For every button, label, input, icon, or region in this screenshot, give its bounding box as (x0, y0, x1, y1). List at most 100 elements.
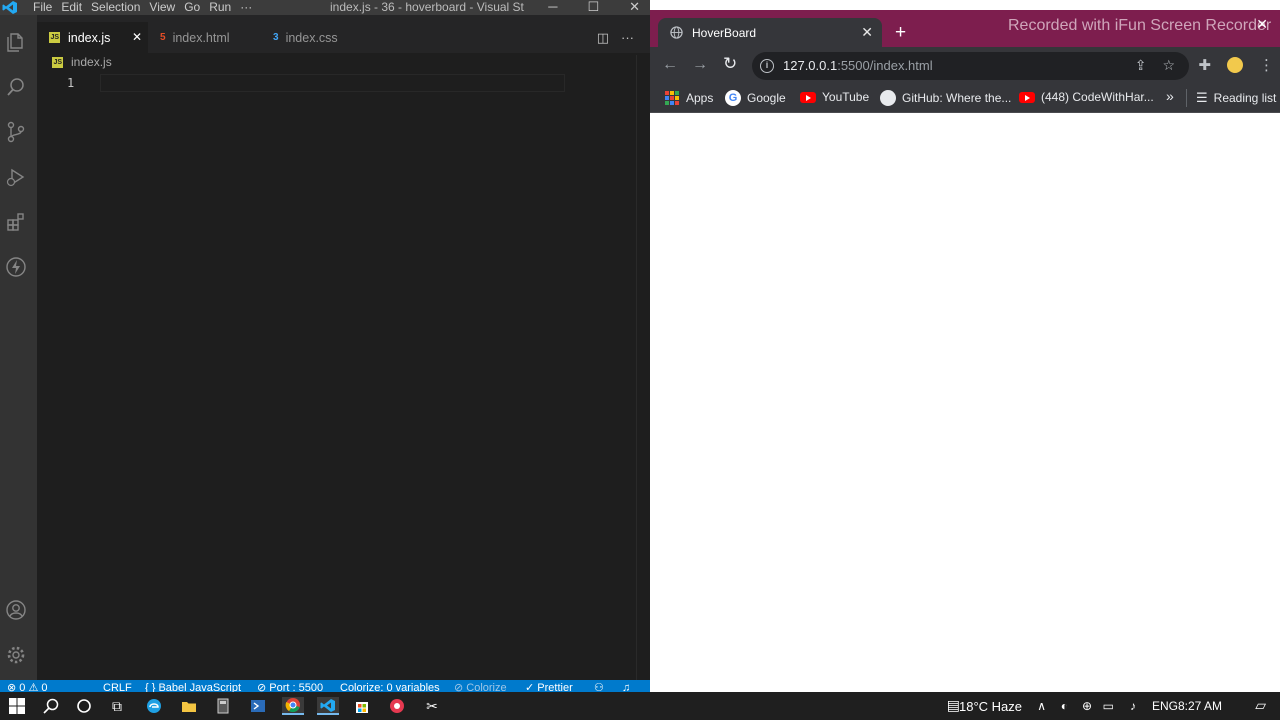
weather-text[interactable]: 18°C Haze (959, 699, 1022, 714)
chrome-taskbar-icon[interactable] (282, 697, 304, 715)
bookmarks-bar: Apps G Google YouTube GitHub: Where the.… (650, 84, 1280, 113)
tab-index-html[interactable]: 5 index.html (148, 22, 261, 53)
vscode-taskbar-icon[interactable] (317, 697, 339, 715)
tab-close-icon[interactable]: ✕ (132, 30, 142, 44)
breadcrumb[interactable]: JS index.js (52, 55, 112, 69)
prettier-status[interactable]: ✓ Prettier (525, 680, 573, 692)
js-file-icon: JS (52, 56, 63, 68)
chrome-tab-title: HoverBoard (692, 26, 757, 40)
windows-start-icon[interactable] (8, 697, 26, 715)
minimize-icon[interactable]: ─ (548, 0, 557, 14)
more-actions-icon[interactable]: ··· (621, 30, 634, 46)
problems-indicator[interactable]: ⊗ 0 ⚠ 0 (7, 680, 47, 692)
reload-icon[interactable]: ↻ (723, 54, 737, 74)
language-mode[interactable]: { } Babel JavaScript (145, 680, 241, 692)
colorize-status[interactable]: Colorize: 0 variables (340, 680, 440, 692)
site-info-icon[interactable]: i (760, 59, 774, 73)
tab-index-js[interactable]: JS index.js ✕ (37, 22, 148, 53)
input-language[interactable]: ENG (1152, 699, 1178, 713)
profile-avatar[interactable] (1225, 55, 1245, 75)
gear-icon[interactable] (5, 644, 27, 666)
line-number: 1 (67, 76, 75, 90)
tray-expand-icon[interactable]: ∧ (1037, 699, 1046, 713)
taskbar-search-icon[interactable] (42, 697, 60, 715)
globe-icon (670, 26, 683, 39)
clock-time[interactable]: 8:27 AM (1178, 699, 1222, 713)
youtube-icon (800, 91, 816, 103)
editor-scrollbar[interactable] (636, 55, 650, 680)
vscode-window-controls: ─ ☐ ✕ (548, 0, 640, 14)
live-server-port[interactable]: ⊘ Port : 5500 (257, 680, 323, 692)
accounts-icon[interactable] (5, 599, 27, 621)
menu-go[interactable]: Go (184, 0, 209, 14)
screen-recorder-icon[interactable] (388, 697, 406, 715)
more-bookmarks-button[interactable]: » (1166, 88, 1174, 104)
source-control-icon[interactable] (5, 121, 27, 143)
run-debug-icon[interactable] (5, 166, 27, 188)
powershell-icon[interactable] (249, 697, 267, 715)
github-icon (880, 90, 896, 106)
toolbar-right: ✚ ⋮ (1198, 55, 1274, 75)
vscode-window: File Edit Selection View Go Run ··· inde… (0, 0, 650, 692)
menu-file[interactable]: File (33, 0, 61, 14)
maximize-icon[interactable]: ☐ (587, 0, 599, 14)
tab-label: index.css (285, 30, 338, 45)
current-line-highlight (100, 74, 565, 92)
bell-icon[interactable]: ♫ (622, 680, 630, 692)
code-editor[interactable]: 1 (37, 74, 637, 680)
windows-taskbar: ⧉ ✂ ▤ 18°C Haze ∧ ◐ ⊕ ▭ ♪ ENG 8:27 AM ▱ (0, 692, 1280, 720)
bookmark-youtube[interactable]: YouTube (800, 90, 869, 104)
reading-list-icon: ☰ (1196, 90, 1208, 105)
bookmark-codewithharry[interactable]: (448) CodeWithHar... (1019, 90, 1154, 104)
edge-icon[interactable] (145, 697, 163, 715)
network-icon[interactable]: ⊕ (1082, 699, 1092, 713)
live-server-icon[interactable] (5, 256, 27, 278)
menu-selection[interactable]: Selection (91, 0, 149, 14)
bookmark-google[interactable]: G Google (725, 90, 786, 106)
menu-edit[interactable]: Edit (61, 0, 91, 14)
new-tab-button[interactable]: + (895, 23, 906, 42)
task-view-icon[interactable]: ⧉ (108, 697, 126, 715)
chrome-close-icon[interactable]: ✕ (1256, 16, 1268, 33)
store-icon[interactable] (353, 697, 371, 715)
breadcrumb-file: index.js (71, 55, 112, 69)
snipping-tool-icon[interactable]: ✂ (423, 697, 441, 715)
activity-bar (0, 15, 37, 680)
extensions-puzzle-icon[interactable]: ✚ (1198, 56, 1211, 74)
calculator-icon[interactable] (214, 697, 232, 715)
google-icon: G (725, 90, 741, 106)
bookmark-label: GitHub: Where the... (902, 91, 1012, 105)
search-icon[interactable] (5, 76, 27, 98)
forward-icon[interactable]: → (692, 56, 708, 74)
tab-index-css[interactable]: 3 index.css (261, 22, 371, 53)
file-explorer-icon[interactable] (180, 697, 198, 715)
bookmark-github[interactable]: GitHub: Where the... (880, 90, 1011, 106)
eol-indicator[interactable]: CRLF (103, 680, 132, 692)
colorize-button[interactable]: ⊘ Colorize (454, 680, 507, 692)
feedback-icon[interactable]: ⚇ (594, 680, 604, 692)
volume-icon[interactable]: ♪ (1130, 699, 1136, 713)
notification-center-icon[interactable]: ▱ (1255, 697, 1266, 714)
battery-icon[interactable]: ▭ (1103, 699, 1114, 713)
close-icon[interactable]: ✕ (629, 0, 640, 14)
reading-list-button[interactable]: ☰ Reading list (1196, 90, 1276, 106)
split-editor-icon[interactable]: ◫ (597, 30, 609, 46)
bookmark-star-icon[interactable]: ☆ (1162, 57, 1175, 74)
chrome-tab-close-icon[interactable]: ✕ (861, 24, 873, 41)
omnibox-actions: ⇪ ☆ (1135, 57, 1175, 74)
chrome-tab-hoverboard[interactable]: HoverBoard ✕ (658, 18, 882, 47)
chrome-menu-icon[interactable]: ⋮ (1259, 56, 1274, 74)
share-icon[interactable]: ⇪ (1135, 57, 1147, 74)
explorer-icon[interactable] (5, 31, 27, 53)
back-icon[interactable]: ← (662, 56, 678, 74)
menu-view[interactable]: View (149, 0, 184, 14)
meet-now-icon[interactable]: ◐ (1061, 699, 1068, 713)
address-bar[interactable]: i 127.0.0.1:5500/index.html ⇪ ☆ (752, 52, 1189, 80)
web-page-content[interactable] (650, 114, 1280, 692)
menu-more[interactable]: ··· (240, 0, 261, 14)
extensions-icon[interactable] (5, 211, 27, 233)
chrome-tabstrip: HoverBoard ✕ + Recorded with iFun Screen… (650, 10, 1280, 47)
bookmark-apps[interactable]: Apps (664, 90, 713, 106)
menu-run[interactable]: Run (209, 0, 240, 14)
cortana-icon[interactable] (75, 697, 93, 715)
